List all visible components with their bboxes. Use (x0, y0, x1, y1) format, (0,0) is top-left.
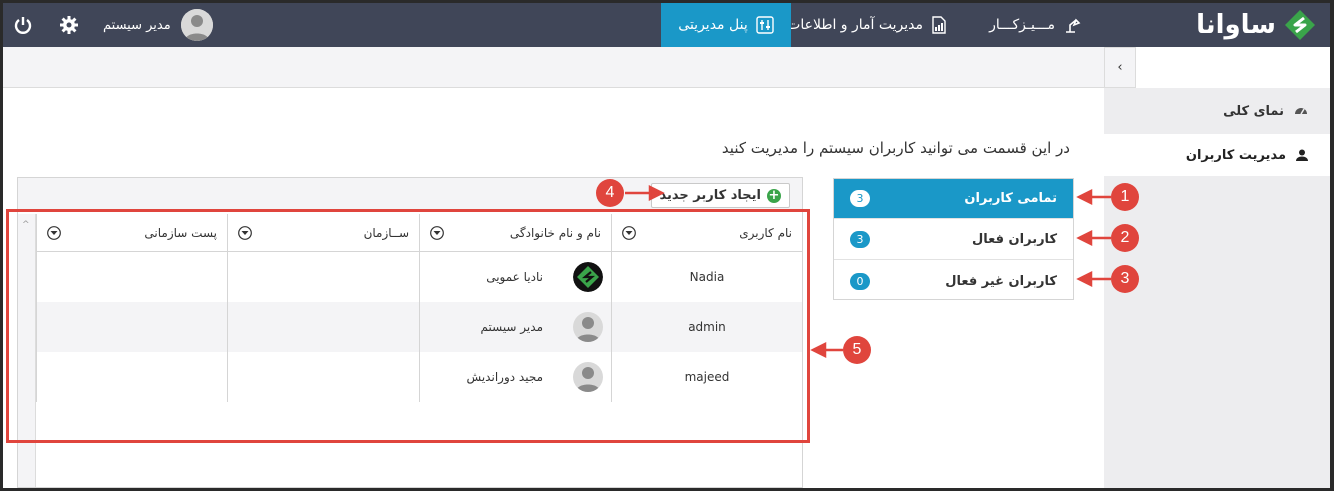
column-fullname[interactable]: نام و نام خانوادگی (419, 214, 611, 252)
nav-admin-panel[interactable]: پنل مدیریتی (661, 3, 791, 47)
cell-fullname: نادیا عمویی (419, 252, 611, 302)
cell-position (36, 252, 227, 302)
column-label: پست سازمانی (144, 226, 217, 240)
column-filter-icon[interactable] (47, 226, 61, 240)
user-filter-list: 3 تمامی کاربران 3 کاربران فعال 0 کاربران… (833, 178, 1074, 300)
table-row[interactable]: majeed مجید دوراندیش (36, 352, 802, 402)
cell-organization (227, 302, 419, 352)
nav-desk[interactable]: مـــیـزکـــار (975, 3, 1095, 47)
filter-active-users[interactable]: 3 کاربران فعال (834, 220, 1073, 260)
sidebar-collapse-button[interactable]: ‹ (1104, 47, 1136, 88)
fullname-text: نادیا عمویی (486, 270, 543, 284)
column-filter-icon[interactable] (430, 226, 444, 240)
nav-admin-label: پنل مدیریتی (678, 17, 748, 33)
report-icon (932, 16, 946, 34)
filter-all-users[interactable]: 3 تمامی کاربران (834, 179, 1073, 219)
sidebar: نمای کلی مدیریت کاربران (1104, 88, 1330, 488)
person-icon (573, 362, 603, 392)
column-position[interactable]: پست سازمانی (36, 214, 227, 252)
cell-fullname: مجید دوراندیش (419, 352, 611, 402)
grid-scrollbar[interactable]: ^ (18, 214, 36, 487)
breadcrumb-bar (3, 47, 1104, 88)
cell-position (36, 302, 227, 352)
savana-logo-icon (573, 262, 603, 292)
user-avatar (573, 362, 603, 392)
count-badge: 3 (850, 231, 870, 248)
callout-5: 5 (843, 336, 871, 364)
users-grid: ایجاد کاربر جدید + ^ نام کاربری نام و نا… (17, 177, 803, 488)
user-avatar (180, 9, 213, 41)
desk-lamp-icon (1066, 18, 1081, 33)
user-avatar (573, 262, 603, 292)
cell-position (36, 352, 227, 402)
top-navbar: ساوانا مـــیـزکـــار مدیریت آمار و اطلاع… (3, 3, 1330, 47)
new-user-label: ایجاد کاربر جدید (659, 188, 761, 203)
sidebar-item-label: نمای کلی (1223, 103, 1284, 119)
cell-username: admin (611, 302, 802, 352)
person-icon (180, 9, 213, 41)
sidebar-item-overview[interactable]: نمای کلی (1104, 90, 1330, 132)
brand-name: ساوانا (1196, 10, 1276, 40)
grid-header: نام کاربری نام و نام خانوادگی ســازمان پ… (36, 214, 802, 252)
nav-stats[interactable]: مدیریت آمار و اطلاعات (773, 3, 961, 47)
cell-organization (227, 252, 419, 302)
filter-label: کاربران فعال (972, 232, 1057, 247)
callout-4: 4 (596, 179, 624, 207)
sidebar-item-user-management[interactable]: مدیریت کاربران (1104, 134, 1330, 176)
sidebar-item-label: مدیریت کاربران (1185, 147, 1286, 163)
cell-organization (227, 352, 419, 402)
scroll-up-icon: ^ (22, 220, 30, 230)
count-badge: 3 (850, 190, 870, 207)
cell-username: majeed (611, 352, 802, 402)
column-username[interactable]: نام کاربری (611, 214, 802, 252)
nav-desk-label: مـــیـزکـــار (989, 17, 1055, 33)
dashboard-icon (1295, 108, 1307, 115)
callout-3: 3 (1111, 265, 1139, 293)
user-name: مدیر سیستم (103, 17, 171, 33)
grid-toolbar: ایجاد کاربر جدید + (18, 178, 802, 210)
count-badge: 0 (850, 272, 870, 290)
cell-fullname: مدیر سیستم (419, 302, 611, 352)
column-organization[interactable]: ســازمان (227, 214, 419, 252)
table-row[interactable]: Nadia نادیا عمویی (36, 252, 802, 302)
person-icon (573, 312, 603, 342)
user-menu[interactable]: مدیر سیستم (103, 9, 213, 41)
filter-inactive-users[interactable]: 0 کاربران غیر فعال (834, 261, 1073, 301)
grid-body: Nadia نادیا عمویی admin مدیر سیستم majee… (36, 252, 802, 402)
page-description: در این قسمت می توانید کاربران سیستم را م… (721, 139, 1070, 157)
new-user-button[interactable]: ایجاد کاربر جدید + (650, 183, 790, 208)
power-icon[interactable] (13, 15, 33, 35)
column-label: نام و نام خانوادگی (509, 226, 601, 240)
column-filter-icon[interactable] (238, 226, 252, 240)
filter-label: تمامی کاربران (964, 191, 1057, 206)
cell-username: Nadia (611, 252, 802, 302)
filter-label: کاربران غیر فعال (945, 273, 1057, 289)
gear-icon[interactable] (59, 15, 79, 35)
settings-sliders-icon (756, 16, 774, 34)
fullname-text: مدیر سیستم (480, 320, 544, 334)
plus-icon: + (767, 187, 781, 203)
callout-1: 1 (1111, 183, 1139, 211)
app-window: ساوانا مـــیـزکـــار مدیریت آمار و اطلاع… (3, 3, 1330, 488)
nav-stats-label: مدیریت آمار و اطلاعات (787, 17, 923, 33)
user-icon (1296, 149, 1308, 161)
user-avatar (573, 312, 603, 342)
table-row[interactable]: admin مدیر سیستم (36, 302, 802, 352)
callout-2: 2 (1111, 224, 1139, 252)
savana-logo-icon (1285, 10, 1315, 40)
chevron-left-icon: ‹ (1117, 60, 1123, 75)
column-filter-icon[interactable] (622, 226, 636, 240)
column-label: نام کاربری (739, 226, 792, 240)
column-label: ســازمان (363, 226, 409, 240)
fullname-text: مجید دوراندیش (466, 370, 543, 384)
brand-logo[interactable]: ساوانا (1196, 9, 1316, 41)
